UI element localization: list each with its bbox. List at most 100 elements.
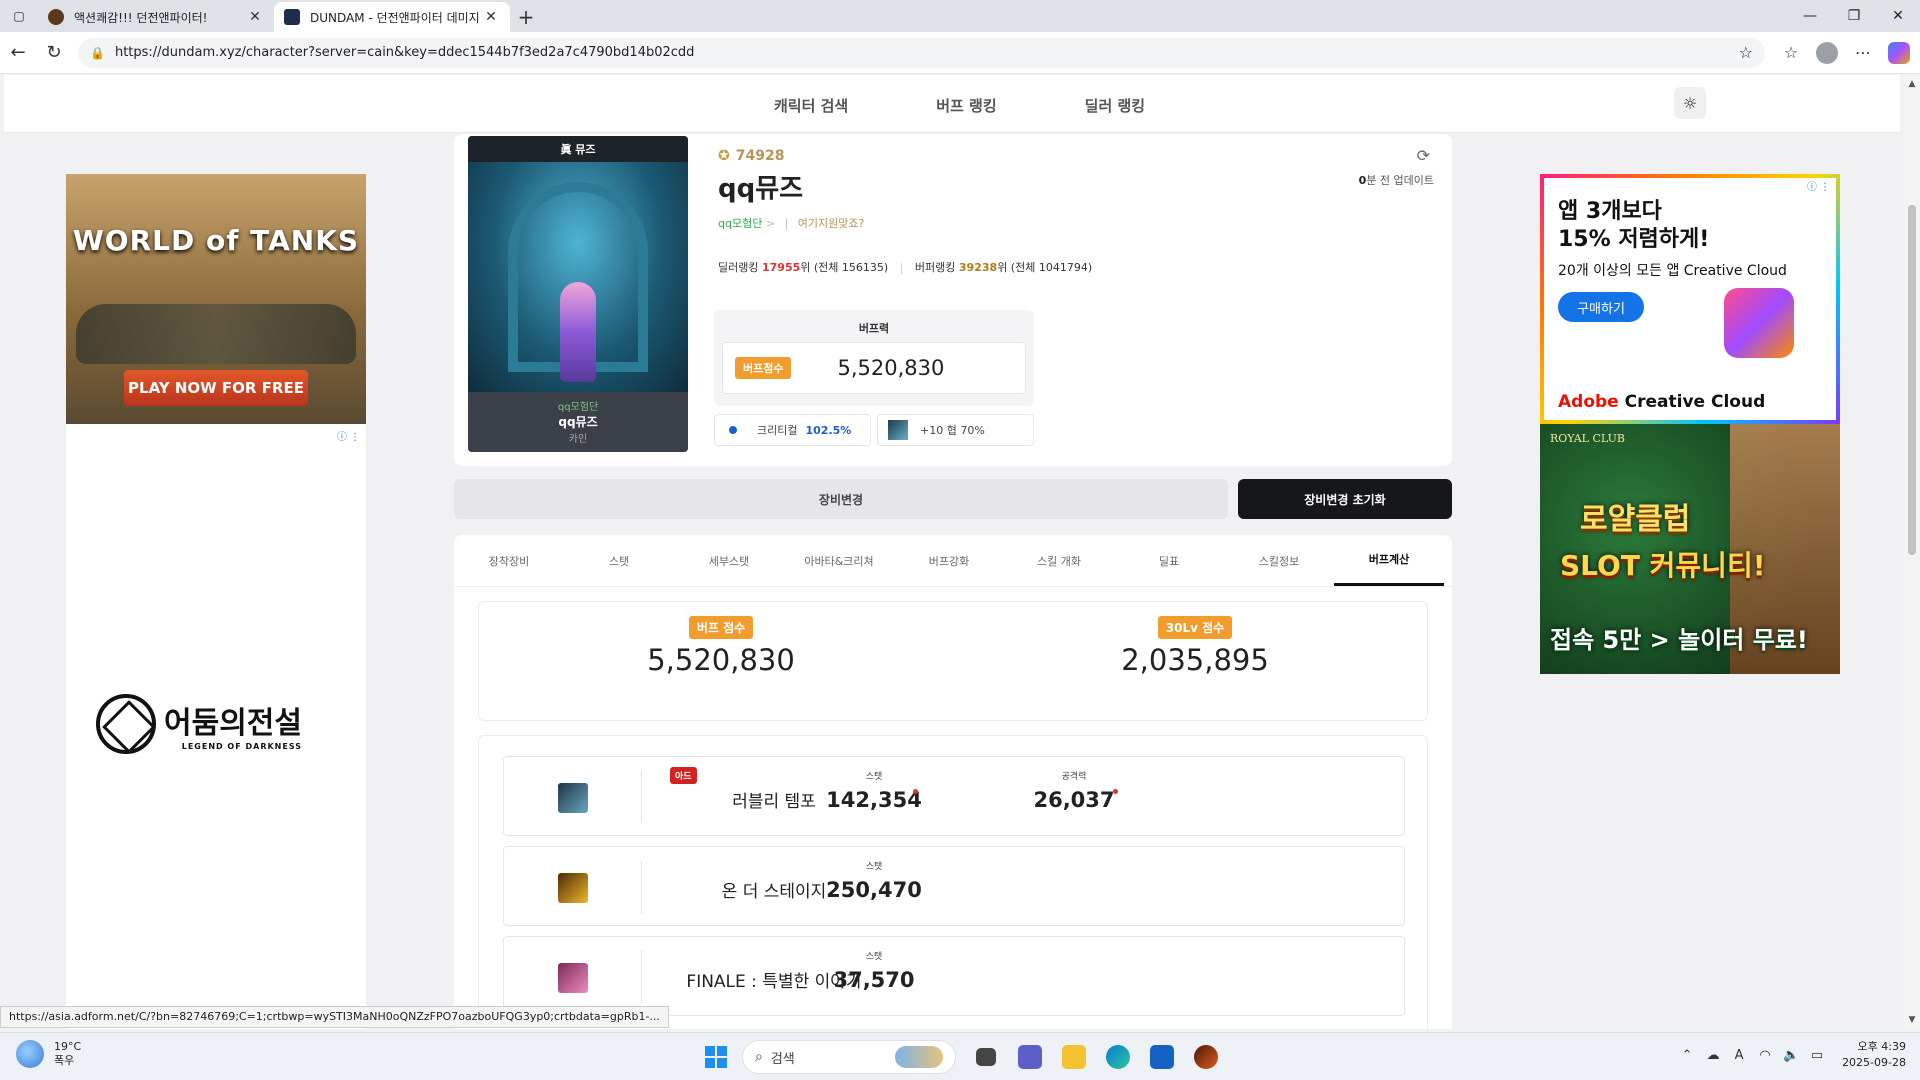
ime-icon[interactable]: A <box>1726 1048 1752 1063</box>
reload-button[interactable]: ↻ <box>36 35 72 71</box>
refresh-icon[interactable]: ⟳ <box>1417 146 1430 165</box>
lock-icon[interactable]: 🔒 <box>90 46 105 60</box>
tab-equipment[interactable]: 장착장비 <box>454 535 564 586</box>
score-summary: 버프 점수 5,520,830 30Lv 점수 2,035,895 <box>478 601 1428 721</box>
location-link[interactable]: 여기지원맞죠? <box>798 217 865 230</box>
temperature: 19°C <box>54 1040 82 1053</box>
adobe-sub: 20개 이상의 모든 앱 Creative Cloud <box>1558 263 1787 279</box>
new-tab-button[interactable]: + <box>510 2 542 32</box>
wot-logo: WORLD of TANKS <box>72 224 360 257</box>
lv30-score-label: 30Lv 점수 <box>1157 616 1233 639</box>
ad-info-icon[interactable]: ⓘ ⋮ <box>337 428 360 443</box>
tab-detail-stats[interactable]: 세부스탯 <box>674 535 784 586</box>
play-now-button[interactable]: PLAY NOW FOR FREE <box>124 370 308 406</box>
character-portrait: 眞 뮤즈 qq모험단 qq뮤즈 카인 <box>468 136 688 452</box>
copilot-icon[interactable] <box>1888 41 1910 64</box>
adobe-buy-button[interactable]: 구매하기 <box>1558 292 1644 322</box>
tab-buff-calc[interactable]: 버프계산 <box>1334 535 1444 586</box>
sun-icon[interactable]: ☼ <box>1674 87 1706 119</box>
adobe-brand-a: Adobe <box>1558 392 1619 412</box>
tab-actions-icon[interactable]: ▢ <box>0 0 38 32</box>
close-window-icon[interactable]: ✕ <box>1876 0 1920 32</box>
legend-of-darkness-ad[interactable]: 어둠의전설 LEGEND OF DARKNESS <box>96 694 336 754</box>
royal-club-ad[interactable]: ROYAL CLUB 로얄클럽 SLOT 커뮤니티! 접속 5만 > 놀이터 무… <box>1540 424 1840 674</box>
buff-score: 버프 점수 5,520,830 <box>521 616 921 677</box>
dnf-favicon-icon <box>48 9 64 25</box>
reset-equipment-button[interactable]: 장비변경 초기화 <box>1238 479 1452 519</box>
address-field[interactable]: 🔒 https://dundam.xyz/character?server=ca… <box>78 37 1765 68</box>
onedrive-icon[interactable]: ☁ <box>1700 1048 1726 1063</box>
minimize-icon[interactable]: — <box>1788 0 1832 32</box>
portrait-server: 카인 <box>568 434 588 445</box>
lv30-score-total: 2,035,895 <box>1121 643 1269 677</box>
taskbar-apps: ⌕ 검색 <box>698 1039 1228 1075</box>
tab-buff-enhance[interactable]: 버프강화 <box>894 535 1004 586</box>
buffer-rank-suffix: 위 (전체 1041794) <box>997 261 1093 274</box>
tab-stats[interactable]: 스탯 <box>564 535 674 586</box>
world-of-tanks-ad[interactable]: WORLD of TANKS PLAY NOW FOR FREE <box>66 174 366 424</box>
change-equipment-button[interactable]: 장비변경 <box>454 479 1228 519</box>
buffer-rank-value: 39238 <box>958 261 998 274</box>
chevron-up-icon[interactable]: ⌃ <box>1674 1048 1700 1063</box>
detail-tabs: 장착장비 스탯 세부스탯 아바타&크리쳐 버프강화 스킬 개화 딜표 스킬정보 … <box>454 535 1452 587</box>
adventure-link[interactable]: qq모험단 <box>718 217 762 230</box>
browser-tab-1[interactable]: 액션쾌감!!! 던전앤파이터! ✕ <box>38 2 274 32</box>
portrait-scene <box>468 162 688 392</box>
taskbar-search[interactable]: ⌕ 검색 <box>742 1040 956 1074</box>
buff-power-header: 버프력 <box>858 322 890 335</box>
skill-stat: 스탯 142,354 <box>804 769 944 812</box>
tab-avatar-creature[interactable]: 아바타&크리쳐 <box>784 535 894 586</box>
stat-value: 142,354 <box>826 788 922 812</box>
back-button[interactable]: ← <box>0 35 36 71</box>
browser-tab-2[interactable]: DUNDAM - 던전앤파이터 데미지 ✕ <box>274 2 510 32</box>
character-name: qq뮤즈 <box>718 174 804 204</box>
stat-label: 스탯 <box>865 862 883 872</box>
skill-attack: 공격력 26,037 <box>1004 769 1144 812</box>
wifi-icon[interactable]: ◠ <box>1752 1048 1778 1063</box>
royal-club-line1: 로얄클럽 <box>1580 502 1691 537</box>
tab-skill-bloom[interactable]: 스킬 개화 <box>1004 535 1114 586</box>
volume-icon[interactable]: 🔈 <box>1778 1048 1804 1063</box>
tab-title: DUNDAM - 던전앤파이터 데미지 <box>310 10 480 25</box>
clock[interactable]: 오후 4:39 2025-09-28 <box>1842 1039 1906 1071</box>
restore-icon[interactable]: ❐ <box>1832 0 1876 32</box>
adobe-ad[interactable]: 앱 3개보다 15% 저렴하게! 20개 이상의 모든 앱 Creative Cl… <box>1540 174 1840 424</box>
scroll-down-icon[interactable]: ▼ <box>1904 1015 1920 1025</box>
more-menu-icon[interactable]: ⋯ <box>1845 43 1881 62</box>
profile-avatar-icon[interactable] <box>1816 41 1838 64</box>
favorite-star-icon[interactable]: ☆ <box>1739 43 1753 62</box>
start-button[interactable] <box>698 1039 734 1075</box>
royal-club-line3: 접속 5만 > 놀이터 무료! <box>1550 626 1808 654</box>
battery-icon[interactable]: ▭ <box>1804 1048 1830 1063</box>
edge-icon[interactable] <box>1096 1039 1140 1075</box>
store-icon[interactable] <box>1140 1039 1184 1075</box>
page-viewport: 캐릭터 검색 버프 랭킹 딜러 랭킹 ☼ WORLD of TANKS PLAY… <box>0 75 1904 1029</box>
weather-widget[interactable]: 19°C 폭우 <box>16 1040 81 1068</box>
creative-cloud-icon <box>1724 288 1794 358</box>
weapon-stat: +10 협 70% <box>877 414 1034 446</box>
tab-damage-table[interactable]: 딜표 <box>1114 535 1224 586</box>
nav-character-search[interactable]: 캐릭터 검색 <box>774 95 848 116</box>
teams-icon[interactable] <box>1008 1039 1052 1075</box>
scroll-up-icon[interactable]: ▲ <box>1904 79 1920 89</box>
nav-buff-ranking[interactable]: 버프 랭킹 <box>936 95 996 116</box>
close-tab-icon[interactable]: ✕ <box>482 9 500 25</box>
scroll-thumb[interactable] <box>1908 205 1916 555</box>
nav-dealer-ranking[interactable]: 딜러 랭킹 <box>1085 95 1145 116</box>
task-view-icon[interactable] <box>964 1039 1008 1075</box>
chevron-right-icon: > <box>765 217 776 230</box>
page-scrollbar[interactable]: ▲ ▼ <box>1904 75 1920 1029</box>
ad-info-icon[interactable]: ⓘ ⋮ <box>1807 178 1830 193</box>
portrait-title: 眞 뮤즈 <box>468 136 688 162</box>
close-tab-icon[interactable]: ✕ <box>246 9 264 25</box>
buff-score-value: 5,520,830 <box>837 356 945 380</box>
file-explorer-icon[interactable] <box>1052 1039 1096 1075</box>
dnf-app-icon[interactable] <box>1184 1039 1228 1075</box>
stat-label: 스탯 <box>865 772 883 782</box>
browser-toolbar: ☆ ⋯ <box>1773 41 1920 64</box>
on-the-stage-icon <box>558 873 588 903</box>
favorites-icon[interactable]: ☆ <box>1773 43 1809 62</box>
tab-skill-info[interactable]: 스킬정보 <box>1224 535 1334 586</box>
dealer-rank-value: 17955 <box>761 261 801 274</box>
skill-stat: 스탯 250,470 <box>804 859 944 902</box>
